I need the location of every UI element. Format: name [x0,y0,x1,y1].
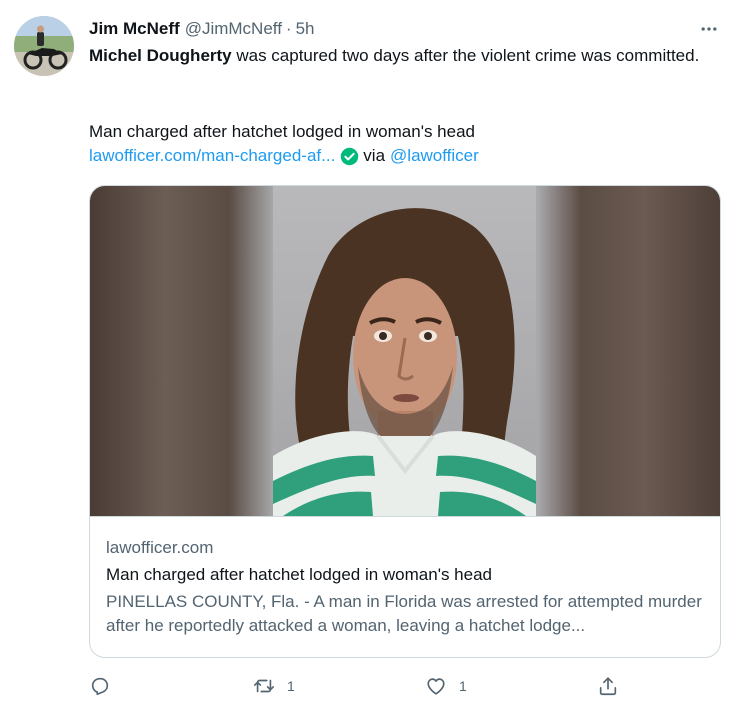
share-icon [599,677,617,696]
share-button[interactable] [597,672,631,700]
tweet[interactable]: Jim McNeff @JimMcNeff · 5h Michel Doughe… [0,0,747,708]
author-avatar[interactable] [14,16,74,76]
tweet-text-rest: was captured two days after the violent … [231,46,700,65]
via-handle-link[interactable]: @lawofficer [390,144,479,168]
tweet-timestamp[interactable]: 5h [296,19,315,39]
retweet-button[interactable]: 1 [253,672,295,700]
card-title: Man charged after hatchet lodged in woma… [106,565,492,584]
author-handle[interactable]: @JimMcNeff [185,19,282,39]
reply-icon [91,677,109,696]
tweet-text: Michel Dougherty was captured two days a… [89,44,719,68]
like-button[interactable]: 1 [425,672,467,700]
link-preview-card[interactable]: lawofficer.com Man charged after hatchet… [89,185,721,658]
card-description: PINELLAS COUNTY, Fla. - A man in Florida… [106,592,702,635]
more-options-button[interactable] [695,18,723,40]
more-horizontal-icon [701,27,717,31]
verified-check-icon [340,147,359,166]
card-divider [90,516,720,517]
card-image [90,186,720,516]
author-name[interactable]: Jim McNeff [89,19,180,39]
reply-button[interactable] [89,672,123,700]
tweet-headline: Man charged after hatchet lodged in woma… [89,122,475,141]
mugshot-photo [273,186,536,516]
retweet-count: 1 [287,678,295,694]
heart-icon [427,678,445,695]
tweet-header: Jim McNeff @JimMcNeff · 5h [89,18,315,40]
via-label: via [363,146,386,165]
card-domain: lawofficer.com [106,538,214,557]
retweet-icon [254,679,274,693]
header-separator: · [285,19,292,38]
tweet-link-line: lawofficer.com/man-charged-af... via @la… [89,144,479,168]
avatar-motorcycle-image [14,16,74,76]
like-count: 1 [459,678,467,694]
tweet-text-mention: Michel Dougherty [89,46,232,65]
tweet-actions: 1 1 [89,672,629,700]
article-link[interactable]: lawofficer.com/man-charged-af... [89,144,335,168]
